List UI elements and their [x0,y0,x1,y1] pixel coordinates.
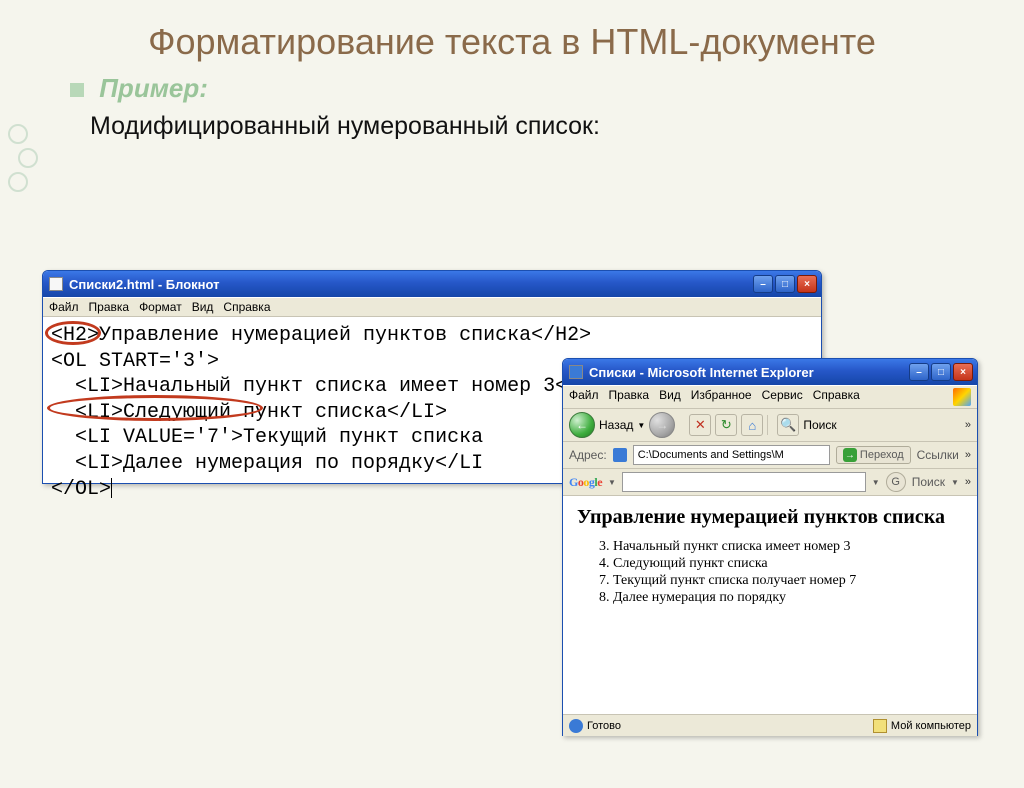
menu-edit[interactable]: Правка [609,388,650,406]
notepad-icon [49,277,63,291]
close-button[interactable]: × [797,275,817,293]
ie-icon [569,365,583,379]
slide-decoration [8,120,48,196]
stop-icon[interactable]: ✕ [689,414,711,436]
go-button[interactable]: →Переход [836,446,911,464]
slide-title: Форматирование текста в HTML-документе [60,20,964,63]
page-icon [613,448,627,462]
my-computer-icon [873,719,887,733]
nav-forward-button: → [649,412,675,438]
maximize-button[interactable]: □ [931,363,951,381]
google-toolbar: Google ▼ ▼ G Поиск ▼ » [563,469,977,496]
example-label: Пример: [70,73,1024,104]
status-zone: Мой компьютер [891,720,971,732]
google-logo-icon[interactable]: Google [569,475,602,490]
browser-page-body: Управление нумерацией пунктов списка Нач… [563,496,977,714]
minimize-button[interactable]: – [909,363,929,381]
browser-title: Списки - Microsoft Internet Explorer [589,365,909,380]
bullet-icon [70,83,84,97]
minimize-button[interactable]: – [753,275,773,293]
refresh-icon[interactable]: ↻ [715,414,737,436]
menu-edit[interactable]: Правка [89,300,130,314]
home-icon[interactable]: ⌂ [741,414,763,436]
menu-help[interactable]: Справка [813,388,860,406]
toolbar-overflow[interactable]: » [965,419,971,431]
browser-menubar: Файл Правка Вид Избранное Сервис Справка [563,385,977,409]
notepad-title: Списки2.html - Блокнот [69,277,753,292]
google-search-button[interactable]: G [886,472,906,492]
addr-overflow[interactable]: » [965,449,971,461]
browser-window: Списки - Microsoft Internet Explorer – □… [562,358,978,736]
address-input[interactable] [633,445,830,465]
menu-file[interactable]: Файл [569,388,599,406]
google-overflow[interactable]: » [965,476,971,488]
notepad-titlebar[interactable]: Списки2.html - Блокнот – □ × [43,271,821,297]
nav-back-label[interactable]: Назад [599,418,633,432]
browser-statusbar: Готово Мой компьютер [563,714,977,736]
nav-back-button[interactable]: ← [569,412,595,438]
menu-format[interactable]: Формат [139,300,182,314]
menu-view[interactable]: Вид [192,300,214,314]
browser-titlebar[interactable]: Списки - Microsoft Internet Explorer – □… [563,359,977,385]
list-item: Далее нумерация по порядку [613,590,963,606]
google-search-label[interactable]: Поиск [912,475,945,489]
list-item: Текущий пункт списка получает номер 7 [613,573,963,589]
google-search-input[interactable] [622,472,866,492]
status-done-icon [569,719,583,733]
menu-tools[interactable]: Сервис [762,388,803,406]
close-button[interactable]: × [953,363,973,381]
list-item: Начальный пункт списка имеет номер 3 [613,539,963,555]
menu-file[interactable]: Файл [49,300,79,314]
notepad-menubar: Файл Правка Формат Вид Справка [43,297,821,317]
browser-nav-toolbar: ← Назад ▼ → ✕ ↻ ⌂ 🔍 Поиск » [563,409,977,442]
links-label[interactable]: Ссылки [917,448,959,462]
menu-help[interactable]: Справка [223,300,270,314]
windows-flag-icon [953,388,971,406]
address-label: Адрес: [569,448,607,462]
status-ready: Готово [587,720,621,732]
go-arrow-icon: → [843,448,857,462]
menu-view[interactable]: Вид [659,388,681,406]
address-bar-row: Адрес: →Переход Ссылки » [563,442,977,469]
maximize-button[interactable]: □ [775,275,795,293]
slide-subtitle: Модифицированный нумерованный список: [90,112,1024,141]
list-item: Следующий пункт списка [613,556,963,572]
rendered-list: Начальный пункт списка имеет номер 3След… [577,539,963,606]
nav-search-label[interactable]: Поиск [803,418,836,432]
menu-favorites[interactable]: Избранное [691,388,752,406]
search-icon[interactable]: 🔍 [777,414,799,436]
page-heading: Управление нумерацией пунктов списка [577,506,963,529]
